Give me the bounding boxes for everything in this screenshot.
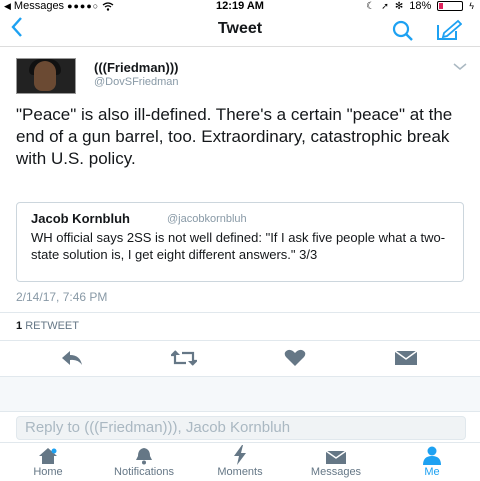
like-button[interactable] xyxy=(281,348,309,368)
retweet-icon xyxy=(171,350,197,366)
compose-button[interactable] xyxy=(436,19,463,46)
chevron-down-icon[interactable] xyxy=(453,60,467,74)
reply-input[interactable]: Reply to (((Friedman))), Jacob Kornbluh xyxy=(16,416,466,440)
tweet-text: "Peace" is also ill-defined. There's a c… xyxy=(16,105,453,168)
search-button[interactable] xyxy=(392,20,414,47)
author-handle[interactable]: @DovSFriedman xyxy=(94,76,179,88)
quoted-author-handle: @jacobkornbluh xyxy=(167,213,247,225)
direct-message-button[interactable] xyxy=(392,348,420,368)
envelope-icon xyxy=(325,450,347,464)
tweet-actions xyxy=(0,346,480,372)
tab-moments[interactable]: Moments xyxy=(195,445,285,478)
quoted-author-name: Jacob Kornbluh xyxy=(31,211,130,226)
reply-icon xyxy=(62,351,82,365)
separator-band xyxy=(0,376,480,412)
retweet-count: 1 xyxy=(16,320,23,332)
retweet-button[interactable] xyxy=(170,348,198,368)
battery-percent: 18% xyxy=(409,0,432,12)
avatar-face xyxy=(34,61,56,91)
author-name[interactable]: (((Friedman))) xyxy=(94,60,179,75)
avatar[interactable] xyxy=(16,58,76,94)
bell-icon xyxy=(136,448,152,465)
nav-bar: Tweet xyxy=(0,14,480,47)
envelope-icon xyxy=(394,350,418,365)
tab-messages-label: Messages xyxy=(310,466,362,478)
home-icon xyxy=(39,448,57,464)
search-icon xyxy=(392,20,413,41)
charging-icon: ϟ xyxy=(469,1,474,11)
tab-notifications-label: Notifications xyxy=(114,466,174,478)
person-icon xyxy=(423,446,441,465)
divider xyxy=(0,312,480,313)
status-right: ☾ ➚ ✻ 18% ϟ xyxy=(366,0,474,12)
moon-icon: ☾ xyxy=(366,0,376,12)
location-icon: ➚ xyxy=(381,0,389,11)
tab-bar: Home Notifications Moments Messages Me xyxy=(0,442,480,481)
heart-icon xyxy=(284,349,306,366)
tab-messages[interactable]: Messages xyxy=(291,445,381,478)
battery-icon xyxy=(437,1,464,11)
retweet-stats[interactable]: 1 RETWEET xyxy=(16,320,79,332)
quoted-tweet-text: WH official says 2SS is not well defined… xyxy=(31,230,446,262)
tab-me[interactable]: Me xyxy=(387,445,477,478)
quoted-tweet[interactable]: Jacob Kornbluh @jacobkornbluh WH officia… xyxy=(16,202,464,282)
tab-me-label: Me xyxy=(424,466,440,478)
lightning-icon xyxy=(234,445,246,465)
bluetooth-icon: ✻ xyxy=(394,0,404,12)
retweet-label: RETWEET xyxy=(25,320,79,332)
tab-home-label: Home xyxy=(33,466,63,478)
compose-icon xyxy=(437,19,463,40)
tab-home[interactable]: Home xyxy=(3,445,93,478)
divider xyxy=(0,340,480,341)
tab-notifications[interactable]: Notifications xyxy=(99,445,189,478)
status-bar: ◀ Messages ●●●●○ 12:19 AM ☾ ➚ ✻ 18% ϟ xyxy=(0,0,480,14)
tab-moments-label: Moments xyxy=(217,466,263,478)
reply-placeholder: Reply to (((Friedman))), Jacob Kornbluh xyxy=(25,419,291,436)
tweet-timestamp: 2/14/17, 7:46 PM xyxy=(16,290,108,304)
reply-button[interactable] xyxy=(58,348,86,368)
